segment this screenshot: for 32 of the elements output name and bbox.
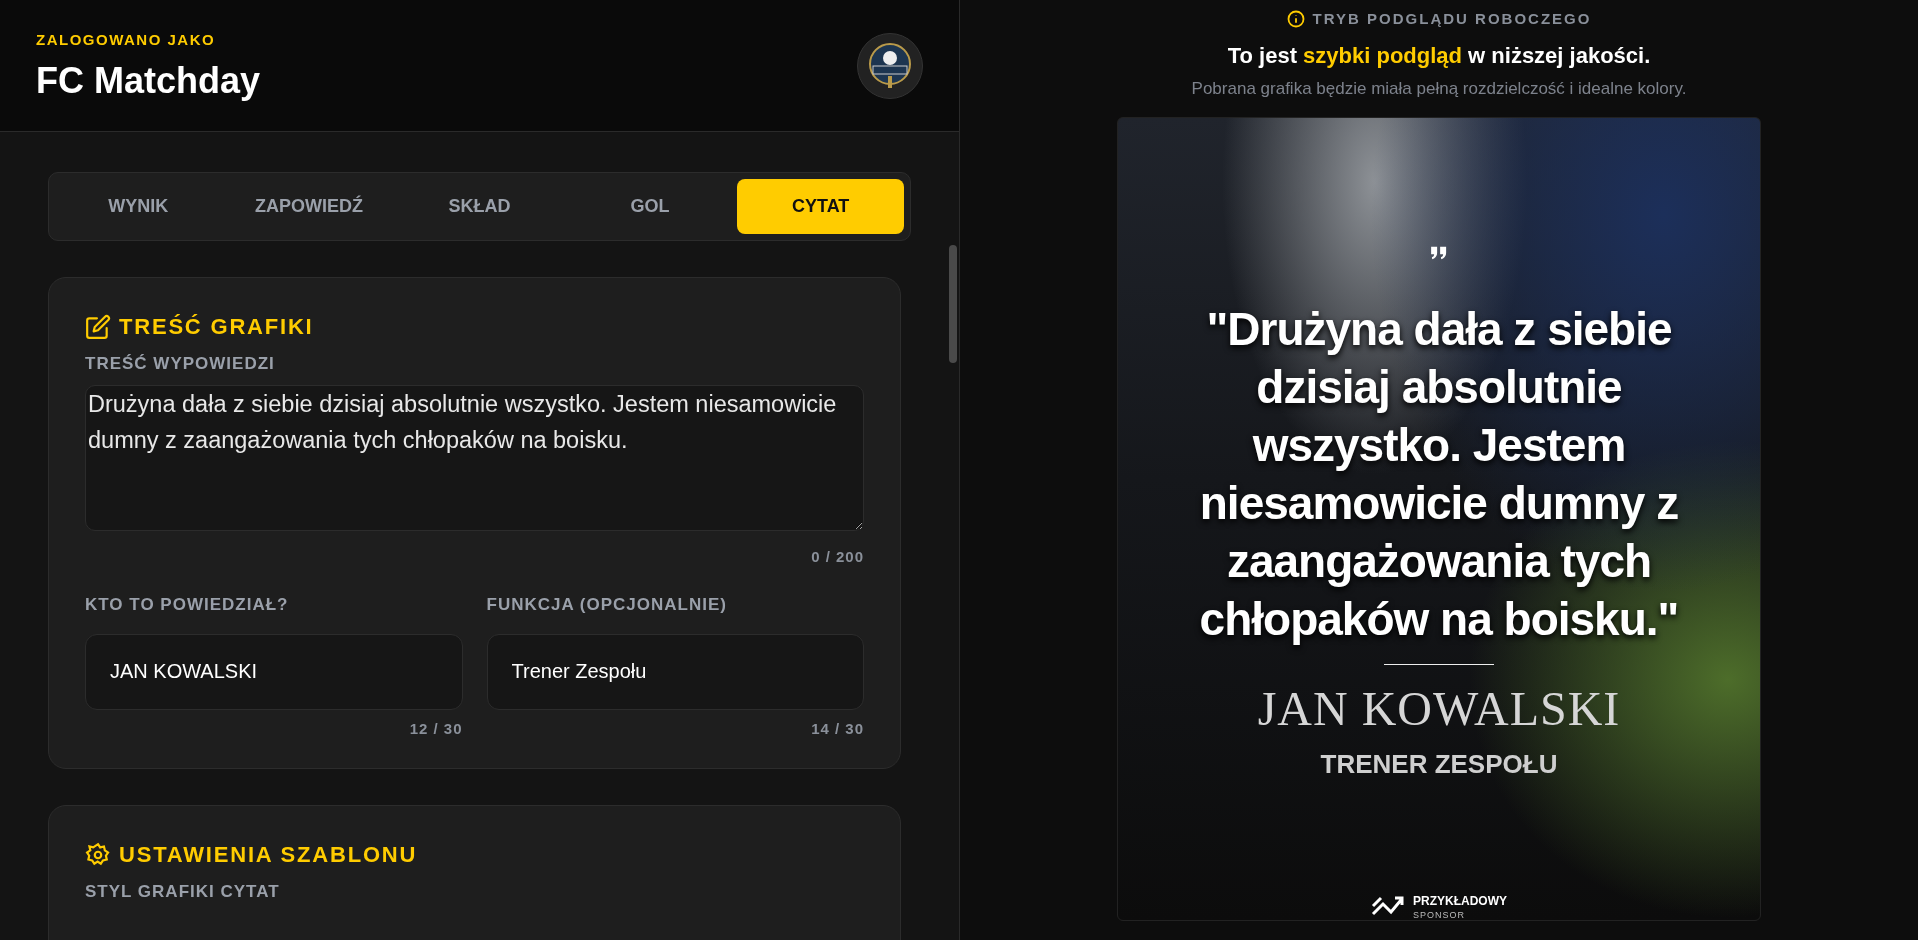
- preview-note: Pobrana grafika będzie miała pełną rozdzielczość i idealne kolory.: [1191, 77, 1687, 100]
- sponsor-tagline: SPONSOR: [1413, 910, 1466, 920]
- text-input[interactable]: JAN KOWALSKI: [85, 633, 463, 710]
- field-label: KTO TO POWIEDZIAŁ?: [85, 594, 290, 616]
- preview-mode-label: TRYB PODGLĄDU ROBOCZEGO: [1312, 9, 1592, 29]
- tab[interactable]: GOL: [566, 179, 734, 234]
- edit-icon: [85, 313, 111, 340]
- card-title: TREŚĆ GRAFIKI: [119, 313, 314, 341]
- card-title: USTAWIENIA SZABLONU: [119, 841, 418, 869]
- logged-in-label: ZALOGOWANO JAKO: [36, 29, 217, 50]
- tab[interactable]: SKŁAD: [396, 179, 563, 234]
- poster-name: JAN KOWALSKI: [1257, 681, 1621, 737]
- text-input[interactable]: Trener Zespołu: [486, 633, 864, 710]
- character-counter: 0 / 200: [811, 546, 864, 567]
- club-crest-icon: [868, 41, 912, 90]
- preview-headline: To jest szybki podgląd w niższej jakości.: [1227, 41, 1651, 70]
- poster-quote: "Drużyna dała z siebie dzisiaj absolutnie wszystko. Jestem niesamowicie dumny z zaangażowania tych chłopaków na boisku.": [1198, 301, 1680, 647]
- tab[interactable]: CYTAT: [737, 179, 904, 234]
- settings-icon: [85, 841, 111, 868]
- field-label: FUNKCJA (OPCJONALNIE): [486, 594, 728, 616]
- poster-role: TRENER ZESPOŁU: [1320, 748, 1558, 781]
- field-label: STYL GRAFIKI CYTAT: [85, 881, 281, 903]
- club-name: FC Matchday: [36, 59, 261, 103]
- quote-textarea[interactable]: Drużyna dała z siebie dzisiaj absolutnie wszystko. Jestem niesamowicie dumny z zaangażowania tych chłopaków na boisku.: [85, 384, 864, 531]
- scrollbar-thumb[interactable]: [949, 245, 957, 363]
- character-counter: 12 / 30: [409, 718, 463, 739]
- info-icon: [1286, 10, 1305, 29]
- tab[interactable]: WYNIK: [55, 179, 222, 234]
- sponsor-name: PRZYKŁADOWY: [1413, 894, 1507, 907]
- field-label: TREŚĆ WYPOWIEDZI: [85, 353, 276, 375]
- tab[interactable]: ZAPOWIEDŹ: [225, 179, 393, 234]
- character-counter: 14 / 30: [811, 718, 864, 739]
